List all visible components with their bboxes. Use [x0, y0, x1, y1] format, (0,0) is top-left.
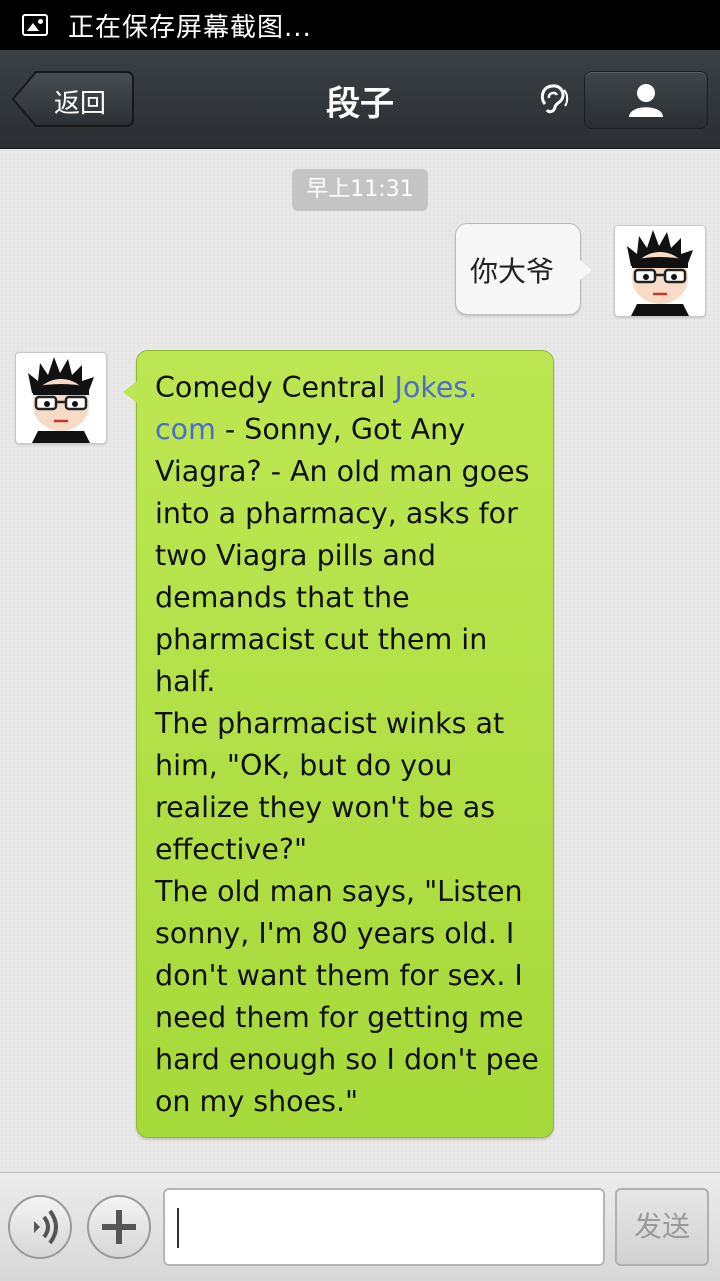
incoming-message-bubble[interactable]: Comedy Central Jokes. com - Sonny, Got A… [123, 350, 554, 1138]
message-input[interactable] [163, 1188, 605, 1266]
plus-icon [102, 1210, 136, 1244]
message-body: - Sonny, Got Any Viagra? - An old man go… [155, 413, 539, 1118]
add-button[interactable] [87, 1195, 151, 1259]
send-button[interactable]: 发送 [615, 1188, 709, 1266]
bubble-tail [123, 381, 137, 403]
voice-icon [34, 1209, 58, 1245]
message-prefix: Comedy Central [155, 371, 395, 404]
contact-avatar[interactable] [15, 352, 107, 444]
image-icon [22, 14, 48, 36]
status-text: 正在保存屏幕截图... [68, 12, 312, 43]
outgoing-message-text: 你大爷 [470, 255, 555, 288]
message-timestamp: 早上11:31 [292, 169, 428, 211]
my-avatar[interactable] [614, 225, 706, 317]
text-cursor [177, 1208, 179, 1248]
input-bar: 发送 [0, 1172, 720, 1281]
profile-icon [629, 84, 663, 117]
chat-area[interactable]: 早上11:31 你大爷 Comedy Central Jokes. com - … [0, 149, 720, 1172]
ear-icon[interactable] [536, 82, 570, 120]
status-bar: 正在保存屏幕截图... [0, 0, 720, 50]
bubble-tail [580, 260, 592, 280]
incoming-message-text: Comedy Central Jokes. com - Sonny, Got A… [155, 367, 547, 1123]
profile-button[interactable] [584, 71, 708, 129]
outgoing-message-bubble[interactable]: 你大爷 [455, 223, 592, 315]
title-bar: 返回 段子 [0, 50, 720, 149]
voice-button[interactable] [8, 1195, 72, 1259]
